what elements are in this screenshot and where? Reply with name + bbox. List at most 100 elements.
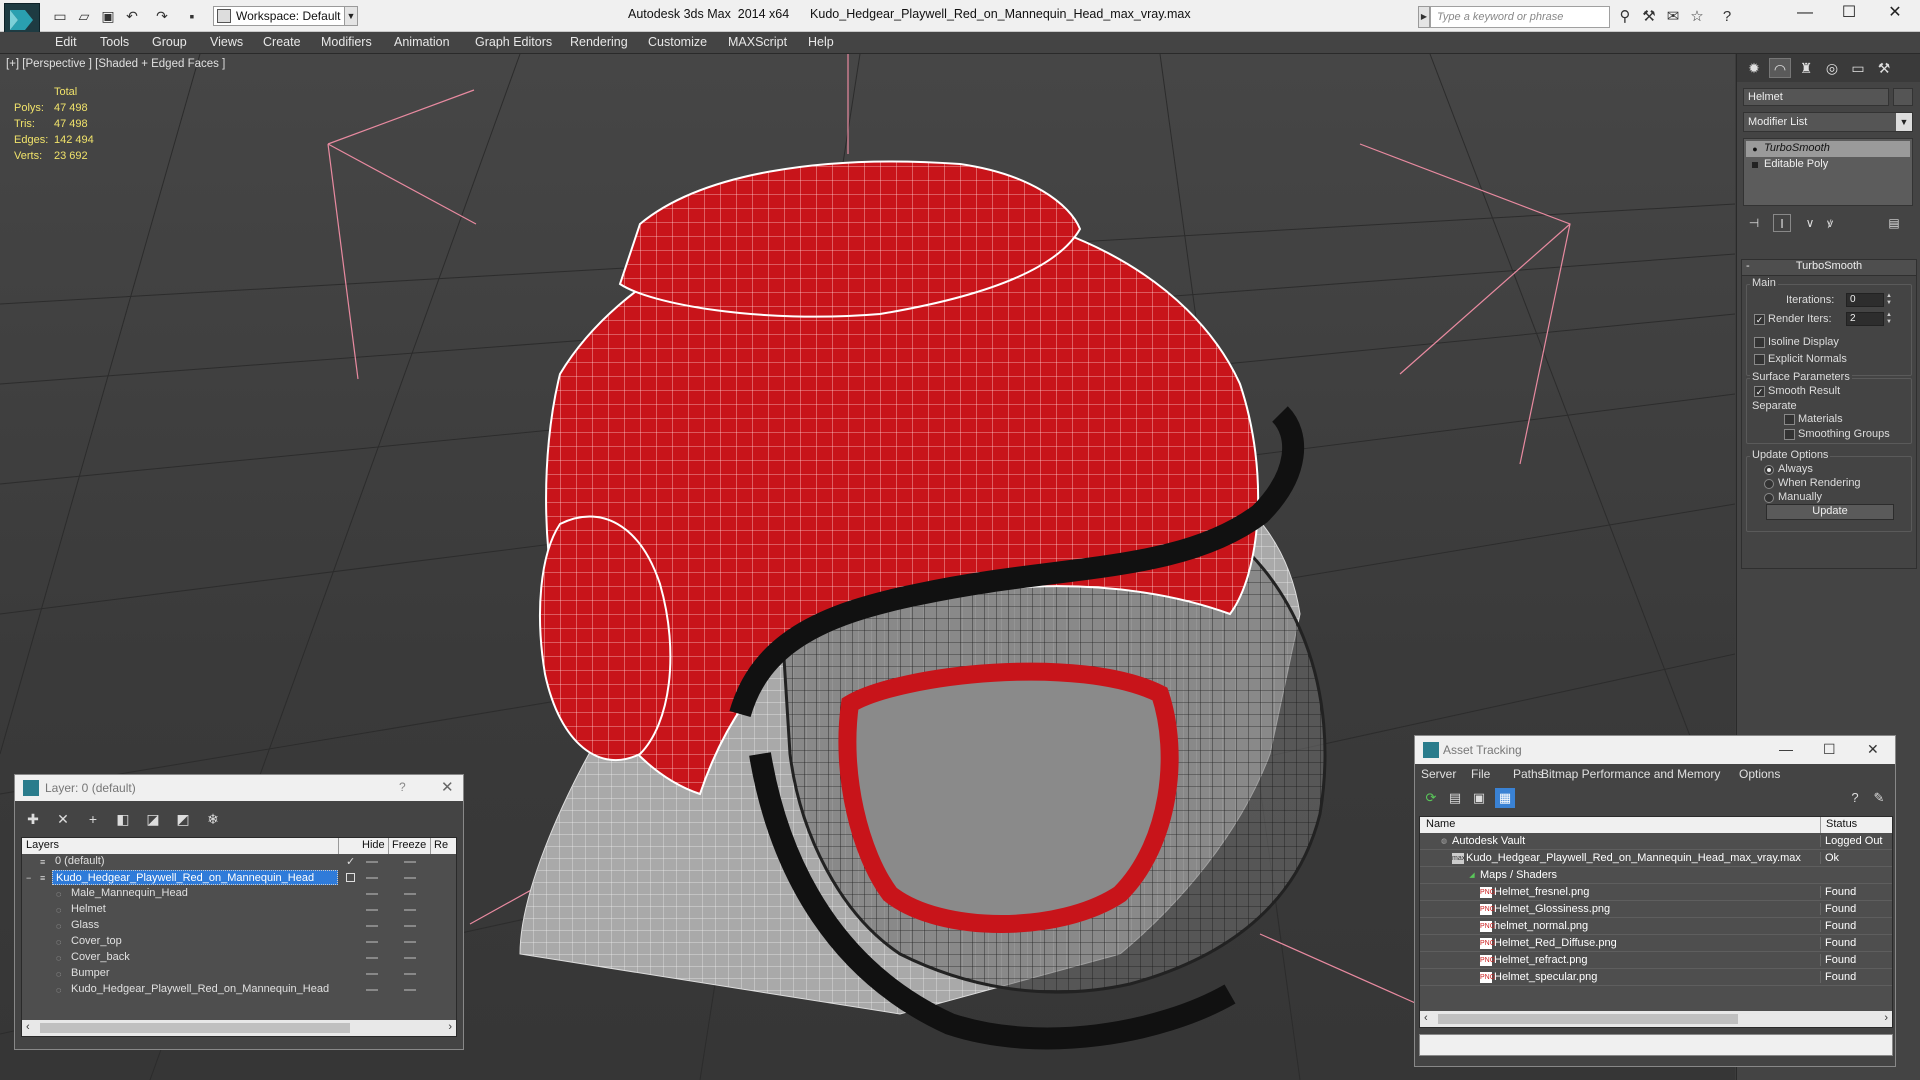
refresh-icon[interactable]: ⟳ <box>1421 788 1441 808</box>
workspace-dropdown-arrow[interactable]: ▼ <box>344 6 358 26</box>
asset-maximize-button[interactable]: ☐ <box>1823 741 1836 758</box>
menu-tools[interactable]: Tools <box>100 35 129 49</box>
iterations-spinner[interactable]: 0 <box>1846 293 1884 307</box>
when-rendering-radio[interactable] <box>1764 479 1774 489</box>
freeze-toggle[interactable] <box>404 893 416 895</box>
asset-menu-options[interactable]: Options <box>1739 767 1780 781</box>
manually-radio[interactable] <box>1764 493 1774 503</box>
asset-close-button[interactable]: ✕ <box>1867 741 1879 758</box>
asset-row[interactable]: PNG helmet_normal.png Found <box>1420 918 1892 935</box>
layer-row-selected[interactable]: − ≡ Kudo_Hedgear_Playwell_Red_on_Mannequ… <box>22 870 456 886</box>
display-tab-icon[interactable]: ▭ <box>1847 58 1869 78</box>
col-status[interactable]: Status <box>1826 818 1857 830</box>
make-unique-icon[interactable]: ∨ <box>1801 214 1819 232</box>
asset-row[interactable]: PNG Helmet_specular.png Found <box>1420 969 1892 986</box>
workspace-dropdown[interactable]: Workspace: Default <box>213 6 357 26</box>
project-folder-icon[interactable]: ▪ <box>182 7 202 25</box>
col-layers[interactable]: Layers <box>26 839 59 851</box>
show-end-result-icon[interactable]: Ⅰ <box>1773 214 1791 232</box>
pin-stack-icon[interactable]: ⊣ <box>1745 214 1763 232</box>
asset-menu-paths[interactable]: Paths <box>1513 767 1544 781</box>
smoothing-groups-checkbox[interactable] <box>1784 429 1795 440</box>
asset-tracking-titlebar[interactable]: Asset Tracking — ☐ ✕ <box>1415 736 1895 764</box>
object-name-field[interactable]: Helmet <box>1743 88 1889 106</box>
freeze-toggle[interactable] <box>404 861 416 863</box>
menu-customize[interactable]: Customize <box>648 35 707 49</box>
spinner-arrows-icon[interactable]: ▲ ▼ <box>1886 293 1894 307</box>
layer-object-row[interactable]: ◌ Kudo_Hedgear_Playwell_Red_on_Mannequin… <box>22 982 456 998</box>
freeze-toggle[interactable] <box>404 941 416 943</box>
subscription-icon[interactable]: ⚒ <box>1640 8 1658 26</box>
menu-help[interactable]: Help <box>808 35 834 49</box>
layer-object-row[interactable]: ◌ Male_Mannequin_Head <box>22 886 456 902</box>
render-iters-spinner[interactable]: 2 <box>1846 312 1884 326</box>
asset-row[interactable]: PNG Helmet_Red_Diffuse.png Found <box>1420 935 1892 952</box>
menu-rendering[interactable]: Rendering <box>570 35 628 49</box>
maximize-button[interactable]: ☐ <box>1826 2 1872 26</box>
add-to-layer-icon[interactable]: + <box>83 809 103 829</box>
rollout-header[interactable]: - TurboSmooth <box>1742 260 1916 276</box>
asset-horizontal-scrollbar[interactable]: ‹ › <box>1420 1011 1892 1027</box>
asset-path-field[interactable] <box>1419 1034 1893 1056</box>
layer-horizontal-scrollbar[interactable]: ‹ › <box>22 1020 456 1036</box>
col-freeze[interactable]: Freeze <box>392 839 426 851</box>
hide-toggle[interactable] <box>366 861 378 863</box>
asset-row[interactable]: ◍ Autodesk Vault Logged Out <box>1420 833 1892 850</box>
isoline-display-checkbox[interactable] <box>1754 337 1765 348</box>
help-icon[interactable]: ? <box>1718 8 1736 26</box>
menu-animation[interactable]: Animation <box>394 35 450 49</box>
hide-all-layers-icon[interactable]: ◩ <box>173 809 193 829</box>
scroll-right-icon[interactable]: › <box>448 1021 452 1033</box>
create-layer-icon[interactable]: ✚ <box>23 809 43 829</box>
current-layer-icon[interactable] <box>346 873 355 882</box>
undo-icon[interactable]: ↶ <box>122 7 142 25</box>
highlight-layer-icon[interactable]: ◪ <box>143 809 163 829</box>
asset-menu-bitmap[interactable]: Bitmap Performance and Memory <box>1541 767 1720 781</box>
materials-checkbox[interactable] <box>1784 414 1795 425</box>
hide-toggle[interactable] <box>366 989 378 991</box>
col-render[interactable]: Re <box>434 839 448 851</box>
expand-icon[interactable]: − <box>26 873 36 883</box>
configure-sets-icon[interactable]: ▤ <box>1885 214 1903 232</box>
freeze-all-layers-icon[interactable]: ❄ <box>203 809 223 829</box>
freeze-toggle[interactable] <box>404 989 416 991</box>
render-iters-checkbox[interactable]: ✓ <box>1754 314 1765 325</box>
viewport-label[interactable]: [+] [Perspective ] [Shaded + Edged Faces… <box>6 58 225 70</box>
asset-menu-server[interactable]: Server <box>1421 767 1456 781</box>
update-button[interactable]: Update <box>1766 504 1894 520</box>
hide-toggle[interactable] <box>366 973 378 975</box>
remove-modifier-icon[interactable]: ꝟ <box>1821 214 1839 232</box>
menu-graph-editors[interactable]: Graph Editors <box>475 35 552 49</box>
freeze-toggle[interactable] <box>404 957 416 959</box>
lightbulb-icon[interactable]: ● <box>1750 144 1760 154</box>
motion-tab-icon[interactable]: ◎ <box>1821 58 1843 78</box>
always-radio[interactable] <box>1764 465 1774 475</box>
freeze-toggle[interactable] <box>404 925 416 927</box>
hide-toggle[interactable] <box>366 941 378 943</box>
layer-object-row[interactable]: ◌ Cover_back <box>22 950 456 966</box>
menu-modifiers[interactable]: Modifiers <box>321 35 372 49</box>
hide-toggle[interactable] <box>366 877 378 879</box>
communication-icon[interactable]: ✉ <box>1664 8 1682 26</box>
col-hide[interactable]: Hide <box>362 839 385 851</box>
open-file-icon[interactable]: ▱ <box>74 7 94 25</box>
stack-item-turbosmooth[interactable]: ● TurboSmooth <box>1746 141 1910 157</box>
layer-object-row[interactable]: ◌ Helmet <box>22 902 456 918</box>
asset-settings-icon[interactable]: ✎ <box>1869 788 1889 808</box>
stack-item-editable-poly[interactable]: Editable Poly <box>1746 157 1910 173</box>
asset-menu-file[interactable]: File <box>1471 767 1490 781</box>
utilities-tab-icon[interactable]: ⚒ <box>1873 58 1895 78</box>
explicit-normals-checkbox[interactable] <box>1754 354 1765 365</box>
search-input[interactable]: Type a keyword or phrase <box>1430 6 1610 28</box>
layer-object-row[interactable]: ◌ Cover_top <box>22 934 456 950</box>
scroll-right-icon[interactable]: › <box>1884 1012 1888 1024</box>
hide-toggle[interactable] <box>366 957 378 959</box>
layer-object-row[interactable]: ◌ Bumper <box>22 966 456 982</box>
scroll-thumb[interactable] <box>1438 1014 1738 1024</box>
layer-row[interactable]: ≡ 0 (default) ✓ <box>22 854 456 870</box>
freeze-toggle[interactable] <box>404 909 416 911</box>
modifier-list-dropdown[interactable]: Modifier List ▼ <box>1743 112 1913 132</box>
smooth-result-checkbox[interactable]: ✓ <box>1754 386 1765 397</box>
create-tab-icon[interactable]: ✹ <box>1743 58 1765 78</box>
scroll-left-icon[interactable]: ‹ <box>26 1021 30 1033</box>
